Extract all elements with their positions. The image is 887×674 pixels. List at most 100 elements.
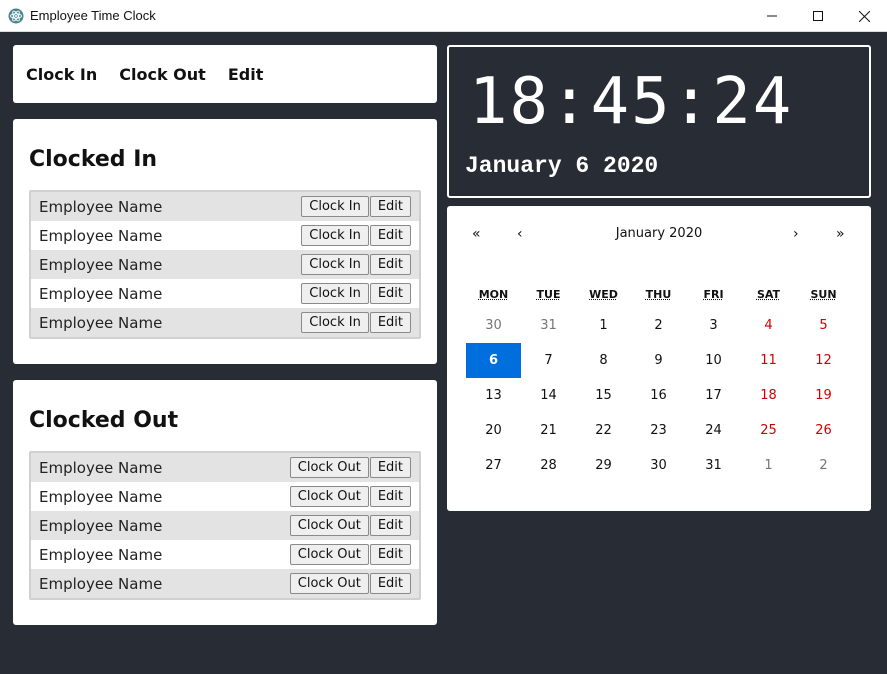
calendar-day[interactable]: 8 bbox=[576, 343, 631, 378]
edit-button[interactable]: Edit bbox=[369, 573, 411, 594]
menu-bar: Clock In Clock Out Edit bbox=[13, 45, 437, 103]
calendar-day[interactable]: 28 bbox=[521, 448, 576, 483]
maximize-icon bbox=[813, 11, 823, 21]
window-title: Employee Time Clock bbox=[30, 8, 156, 23]
edit-button[interactable]: Edit bbox=[369, 457, 411, 478]
clock-in-button[interactable]: Clock In bbox=[301, 225, 369, 246]
clock-in-button[interactable]: Clock In bbox=[301, 196, 369, 217]
calendar-day[interactable]: 3 bbox=[686, 308, 741, 343]
calendar-day[interactable]: 5 bbox=[796, 308, 851, 343]
calendar-day[interactable]: 1 bbox=[741, 448, 796, 483]
calendar: « ‹ January 2020 › » MON TUE WED THU FRI SAT S… bbox=[447, 206, 871, 511]
weekday-header: WED bbox=[589, 288, 618, 301]
clocked-in-panel: Clocked In Employee Name Clock In Edit E… bbox=[13, 119, 437, 364]
edit-button[interactable]: Edit bbox=[369, 254, 411, 275]
calendar-day[interactable]: 31 bbox=[521, 308, 576, 343]
calendar-day[interactable]: 7 bbox=[521, 343, 576, 378]
clock-out-button[interactable]: Clock Out bbox=[289, 544, 369, 565]
calendar-day[interactable]: 4 bbox=[741, 308, 796, 343]
calendar-day[interactable]: 16 bbox=[631, 378, 686, 413]
edit-button[interactable]: Edit bbox=[369, 312, 411, 333]
calendar-day[interactable]: 30 bbox=[466, 308, 521, 343]
calendar-day[interactable]: 19 bbox=[796, 378, 851, 413]
minimize-icon bbox=[767, 15, 777, 17]
title-bar: Employee Time Clock bbox=[0, 0, 887, 32]
clocked-out-heading: Clocked Out bbox=[29, 408, 179, 433]
employee-name: Employee Name bbox=[39, 197, 163, 216]
employee-row: Employee Name Clock Out Edit bbox=[31, 540, 419, 569]
edit-button[interactable]: Edit bbox=[369, 196, 411, 217]
calendar-day[interactable]: 17 bbox=[686, 378, 741, 413]
minimize-button[interactable] bbox=[749, 0, 795, 32]
edit-button[interactable]: Edit bbox=[369, 486, 411, 507]
edit-button[interactable]: Edit bbox=[369, 283, 411, 304]
calendar-day[interactable]: 2 bbox=[631, 308, 686, 343]
maximize-button[interactable] bbox=[795, 0, 841, 32]
close-button[interactable] bbox=[841, 0, 887, 32]
clock-time: 18:45:24 bbox=[469, 65, 794, 139]
calendar-day[interactable]: 6 bbox=[466, 343, 521, 378]
employee-row: Employee Name Clock In Edit bbox=[31, 192, 419, 221]
edit-button[interactable]: Edit bbox=[369, 544, 411, 565]
clock-out-button[interactable]: Clock Out bbox=[289, 486, 369, 507]
clock-out-button[interactable]: Clock Out bbox=[289, 457, 369, 478]
clocked-in-list: Employee Name Clock In Edit Employee Nam… bbox=[29, 190, 421, 339]
calendar-day[interactable]: 24 bbox=[686, 413, 741, 448]
calendar-day[interactable]: 30 bbox=[631, 448, 686, 483]
next-month-button[interactable]: › bbox=[793, 226, 799, 242]
calendar-day[interactable]: 25 bbox=[741, 413, 796, 448]
clock-out-button[interactable]: Clock Out bbox=[289, 573, 369, 594]
electron-atom-icon bbox=[8, 8, 24, 23]
weekday-header: THU bbox=[645, 288, 672, 301]
next-year-button[interactable]: » bbox=[836, 226, 845, 242]
employee-row: Employee Name Clock Out Edit bbox=[31, 453, 419, 482]
employee-row: Employee Name Clock In Edit bbox=[31, 308, 419, 337]
weekday-header: FRI bbox=[703, 288, 724, 301]
weekday-header: SAT bbox=[756, 288, 781, 301]
calendar-grid: MON TUE WED THU FRI SAT SUN 30 31 1 2 3 4 5 6 7 8 9 10 11 12… bbox=[466, 288, 851, 483]
clock-in-button[interactable]: Clock In bbox=[301, 283, 369, 304]
calendar-day[interactable]: 2 bbox=[796, 448, 851, 483]
calendar-day[interactable]: 26 bbox=[796, 413, 851, 448]
clock-out-button[interactable]: Clock Out bbox=[289, 515, 369, 536]
menu-edit[interactable]: Edit bbox=[228, 65, 264, 84]
employee-row: Employee Name Clock In Edit bbox=[31, 279, 419, 308]
clocked-out-list: Employee Name Clock Out Edit Employee Na… bbox=[29, 451, 421, 600]
employee-name: Employee Name bbox=[39, 255, 163, 274]
calendar-day[interactable]: 15 bbox=[576, 378, 631, 413]
employee-row: Employee Name Clock Out Edit bbox=[31, 569, 419, 598]
clock-date: January 6 2020 bbox=[465, 153, 659, 179]
employee-row: Employee Name Clock In Edit bbox=[31, 221, 419, 250]
edit-button[interactable]: Edit bbox=[369, 225, 411, 246]
calendar-day[interactable]: 22 bbox=[576, 413, 631, 448]
calendar-day[interactable]: 20 bbox=[466, 413, 521, 448]
employee-row: Employee Name Clock In Edit bbox=[31, 250, 419, 279]
calendar-day[interactable]: 23 bbox=[631, 413, 686, 448]
calendar-day[interactable]: 9 bbox=[631, 343, 686, 378]
calendar-day[interactable]: 1 bbox=[576, 308, 631, 343]
clock-in-button[interactable]: Clock In bbox=[301, 254, 369, 275]
employee-name: Employee Name bbox=[39, 574, 163, 593]
menu-clock-in[interactable]: Clock In bbox=[26, 65, 97, 84]
calendar-day[interactable]: 14 bbox=[521, 378, 576, 413]
clock-in-button[interactable]: Clock In bbox=[301, 312, 369, 333]
edit-button[interactable]: Edit bbox=[369, 515, 411, 536]
calendar-day[interactable]: 27 bbox=[466, 448, 521, 483]
calendar-day[interactable]: 18 bbox=[741, 378, 796, 413]
employee-name: Employee Name bbox=[39, 284, 163, 303]
calendar-day[interactable]: 31 bbox=[686, 448, 741, 483]
weekday-header: TUE bbox=[536, 288, 561, 301]
digital-clock: 18:45:24 January 6 2020 bbox=[447, 45, 871, 198]
calendar-day[interactable]: 13 bbox=[466, 378, 521, 413]
menu-clock-out[interactable]: Clock Out bbox=[119, 65, 206, 84]
employee-name: Employee Name bbox=[39, 545, 163, 564]
calendar-day[interactable]: 21 bbox=[521, 413, 576, 448]
employee-row: Employee Name Clock Out Edit bbox=[31, 482, 419, 511]
calendar-day[interactable]: 29 bbox=[576, 448, 631, 483]
calendar-day[interactable]: 10 bbox=[686, 343, 741, 378]
calendar-month-label[interactable]: January 2020 bbox=[447, 226, 871, 241]
clocked-out-panel: Clocked Out Employee Name Clock Out Edit… bbox=[13, 380, 437, 625]
calendar-day[interactable]: 11 bbox=[741, 343, 796, 378]
weekday-header: MON bbox=[478, 288, 509, 301]
calendar-day[interactable]: 12 bbox=[796, 343, 851, 378]
